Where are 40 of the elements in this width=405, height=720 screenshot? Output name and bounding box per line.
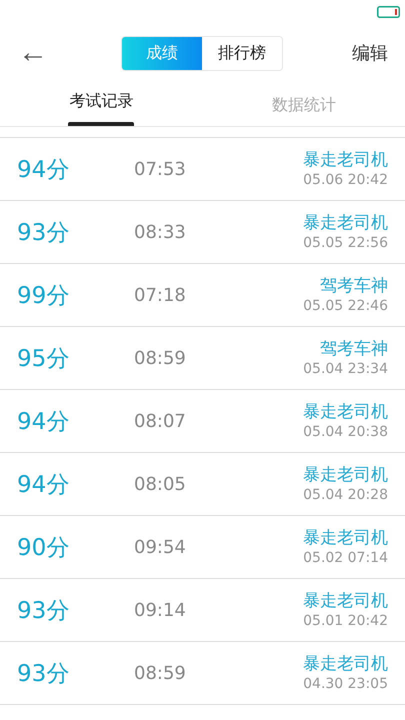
- date-text: 05.01 20:42: [303, 612, 388, 630]
- score-text: 93分: [17, 660, 70, 688]
- duration-text: 08:33: [134, 222, 186, 242]
- duration-text: 08:59: [134, 348, 186, 368]
- duration-text: 07:18: [134, 284, 186, 306]
- date-text: 04.30 23:05: [303, 675, 388, 693]
- date-text: 05.04 20:38: [303, 423, 388, 441]
- title-text: 暴走老司机: [303, 464, 388, 486]
- title-text: 驾考车神: [320, 275, 388, 297]
- date-text: 05.02 07:14: [303, 549, 388, 567]
- tab[interactable]: 考试记录: [69, 91, 134, 122]
- date-text: 05.06 20:42: [303, 171, 388, 189]
- title-text: 驾考车神: [320, 338, 388, 360]
- duration-text: 08:07: [134, 410, 186, 432]
- score-text: 93分: [17, 218, 70, 248]
- duration-text: 09:54: [134, 536, 186, 558]
- title-text: 暴走老司机: [303, 527, 388, 549]
- score-text: 94分: [17, 408, 70, 436]
- back-button[interactable]: ←: [18, 38, 48, 68]
- title-text: 暴走老司机: [303, 149, 388, 171]
- duration-text: 07:53: [134, 158, 186, 180]
- battery-icon: [377, 6, 400, 18]
- date-text: 05.04 23:34: [303, 360, 388, 378]
- title-text: 暴走老司机: [303, 590, 388, 612]
- date-text: 05.05 22:46: [303, 297, 388, 315]
- score-text: 94分: [17, 156, 70, 184]
- score-text: 93分: [17, 596, 70, 626]
- score-text: 99分: [17, 282, 70, 310]
- score-text: 94分: [17, 470, 70, 500]
- duration-text: 08:05: [134, 474, 186, 494]
- duration-text: 08:59: [134, 662, 186, 684]
- title-text: 暴走老司机: [303, 653, 388, 675]
- score-text: 90分: [17, 534, 70, 562]
- title-text: 暴走老司机: [303, 212, 388, 234]
- date-text: 05.05 22:56: [303, 234, 388, 252]
- edit-button[interactable]: 编辑: [352, 41, 388, 65]
- date-text: 05.04 20:28: [303, 486, 388, 504]
- title-text: 暴走老司机: [303, 401, 388, 423]
- score-text: 95分: [17, 344, 70, 374]
- duration-text: 09:14: [134, 600, 186, 620]
